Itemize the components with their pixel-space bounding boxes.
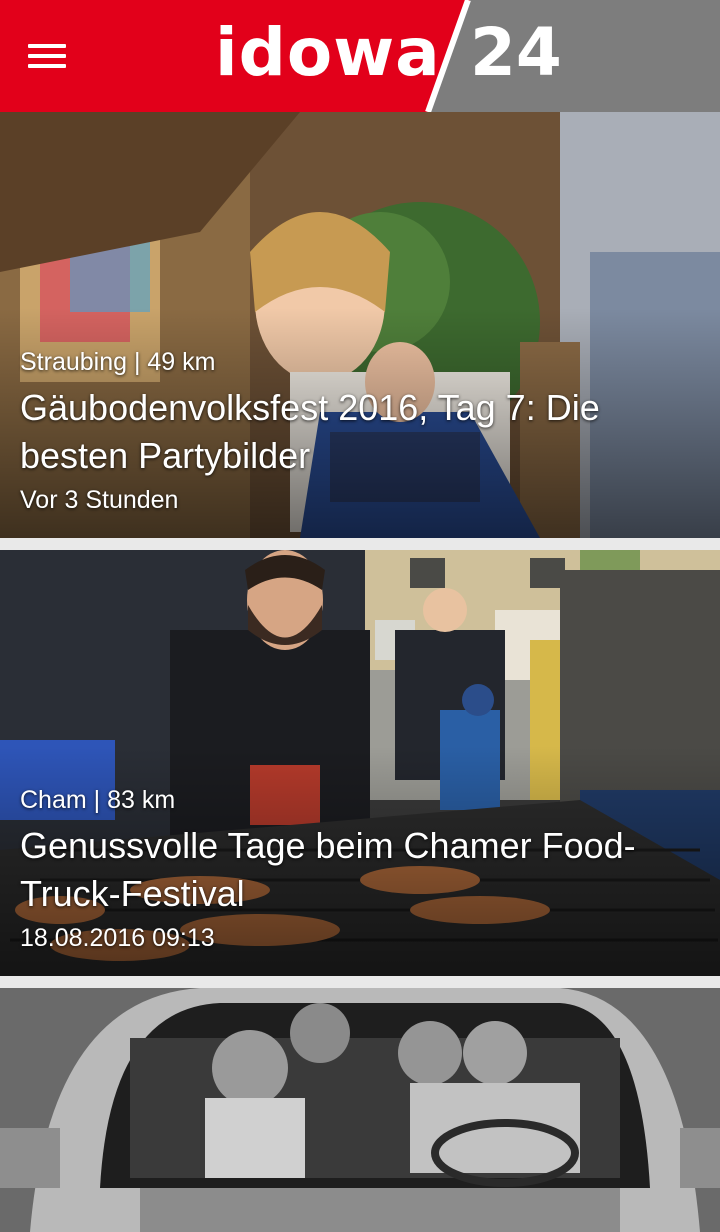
menu-button[interactable] — [22, 36, 74, 76]
logo-secondary: 24 — [470, 14, 562, 91]
article-card[interactable]: Cham | 83 km Genussvolle Tage beim Chame… — [0, 550, 720, 976]
hamburger-menu-icon — [28, 44, 66, 48]
hamburger-menu-icon — [28, 54, 66, 58]
article-location: Straubing | 49 km — [20, 348, 216, 376]
article-location: Cham | 83 km — [20, 786, 176, 814]
article-timestamp: 18.08.2016 09:13 — [20, 924, 215, 952]
article-title[interactable]: Gäubodenvolksfest 2016, Tag 7: Die beste… — [20, 384, 710, 480]
hamburger-menu-icon — [28, 64, 66, 68]
article-title[interactable]: Genussvolle Tage beim Chamer Food-Truck-… — [20, 822, 710, 918]
logo-primary: idowa — [215, 14, 441, 91]
article-card[interactable] — [0, 988, 720, 1232]
app-header: idowa 24 — [0, 0, 720, 112]
article-image — [0, 988, 720, 1232]
article-card[interactable]: Straubing | 49 km Gäubodenvolksfest 2016… — [0, 112, 720, 538]
article-timestamp: Vor 3 Stunden — [20, 486, 179, 514]
